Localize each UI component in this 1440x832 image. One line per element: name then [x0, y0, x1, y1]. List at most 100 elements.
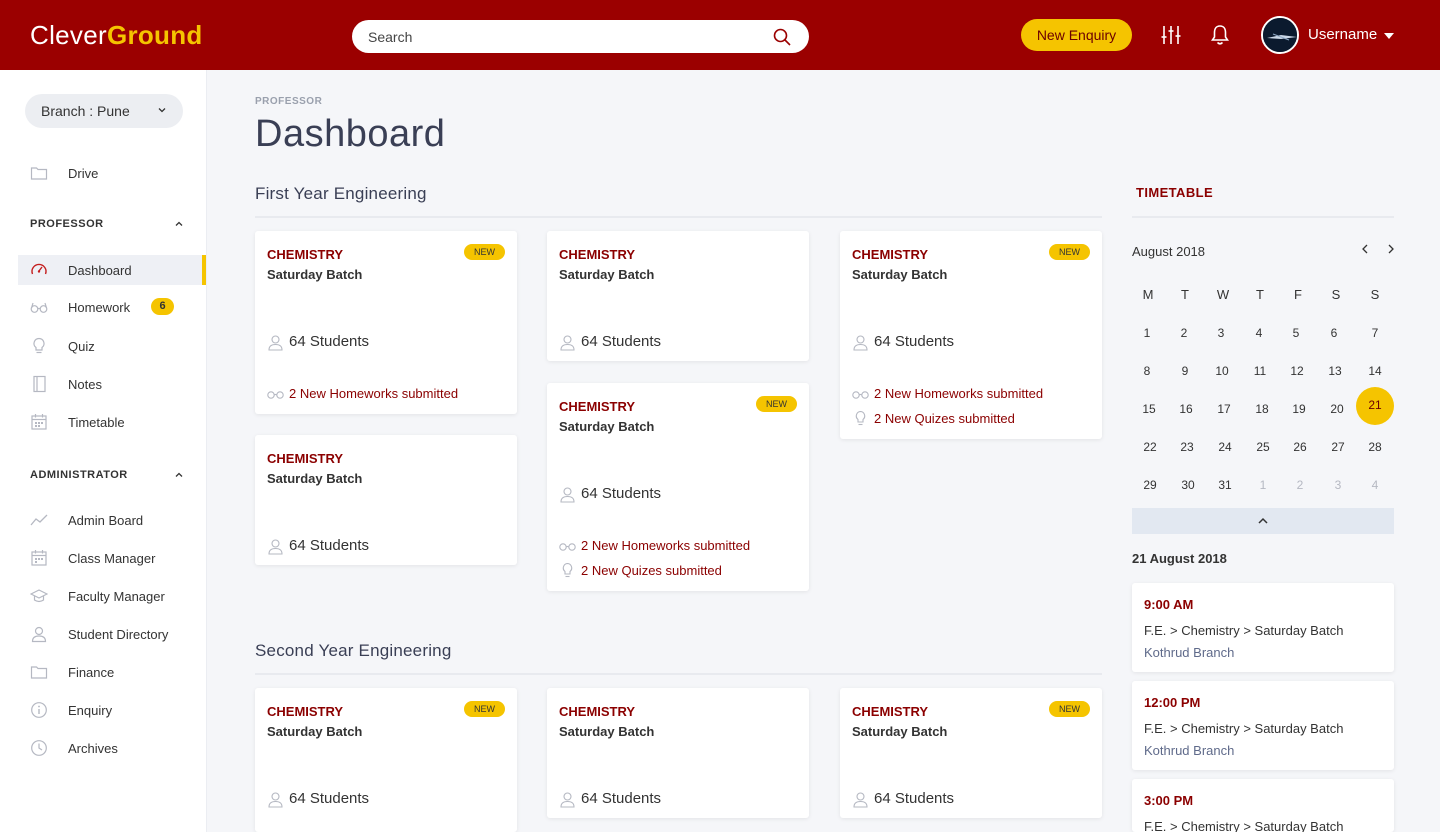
sidebar-item-archives[interactable]: Archives: [18, 733, 206, 763]
branch-selector[interactable]: Branch : Pune: [25, 94, 183, 128]
page-title: Dashboard: [255, 113, 446, 155]
calendar-day-selected[interactable]: 21: [1356, 387, 1394, 425]
sidebar-item-label: Dashboard: [68, 263, 132, 278]
student-count-label: 64 Students: [289, 790, 370, 807]
homework-count-badge: 6: [151, 298, 174, 315]
calendar-day[interactable]: 30: [1169, 470, 1207, 508]
activity-label: 2 New Quizes submitted: [874, 411, 1015, 426]
glasses-icon: [559, 543, 576, 551]
class-card[interactable]: CHEMISTRY Saturday Batch NEW 64 Students…: [840, 231, 1102, 439]
section-title-second-year: Second Year Engineering: [255, 641, 452, 660]
professor-section-header[interactable]: PROFESSOR: [30, 218, 185, 230]
timetable-slot[interactable]: 12:00 PM F.E. > Chemistry > Saturday Bat…: [1132, 681, 1394, 770]
next-month-icon[interactable]: [1385, 243, 1397, 255]
calendar-day[interactable]: 10: [1203, 356, 1241, 394]
calendar-day-other-month[interactable]: 3: [1319, 470, 1357, 508]
calendar-day[interactable]: 23: [1168, 432, 1206, 470]
calendar-day[interactable]: 4: [1240, 318, 1278, 356]
calendar-day[interactable]: 31: [1206, 470, 1244, 508]
new-badge: NEW: [756, 396, 797, 412]
calendar-day[interactable]: 28: [1356, 432, 1394, 470]
card-batch: Saturday Batch: [267, 471, 363, 486]
logo-text-left: Clever: [30, 20, 107, 50]
class-card[interactable]: CHEMISTRY Saturday Batch 64 Students: [547, 231, 809, 361]
sidebar-item-dashboard[interactable]: Dashboard: [18, 255, 206, 285]
class-card[interactable]: CHEMISTRY Saturday Batch NEW 64 Students: [255, 688, 517, 832]
sidebar-item-finance[interactable]: Finance: [18, 657, 206, 687]
calendar-day[interactable]: 11: [1241, 356, 1279, 394]
calendar-day[interactable]: 8: [1128, 356, 1166, 394]
calendar-day[interactable]: 27: [1319, 432, 1357, 470]
weekday-label: T: [1181, 287, 1189, 302]
search-input[interactable]: [368, 27, 748, 47]
calendar-day[interactable]: 7: [1356, 318, 1394, 356]
calendar-day[interactable]: 16: [1167, 394, 1205, 432]
calendar-day[interactable]: 19: [1280, 394, 1318, 432]
chevron-up-icon: [175, 472, 183, 477]
breadcrumb: PROFESSOR: [255, 96, 323, 107]
card-batch: Saturday Batch: [559, 419, 655, 434]
calendar-day[interactable]: 18: [1243, 394, 1281, 432]
logo[interactable]: CleverGround: [30, 20, 203, 51]
timetable-slot[interactable]: 3:00 PM F.E. > Chemistry > Saturday Batc…: [1132, 779, 1394, 832]
calendar-day[interactable]: 3: [1202, 318, 1240, 356]
calendar-day[interactable]: 2: [1165, 318, 1203, 356]
prev-month-icon[interactable]: [1359, 243, 1371, 255]
sidebar-item-notes[interactable]: Notes: [18, 369, 206, 399]
calendar-day[interactable]: 1: [1128, 318, 1166, 356]
filter-sliders-icon[interactable]: [1160, 24, 1182, 46]
sidebar-item-admin-board[interactable]: Admin Board: [18, 505, 206, 535]
calendar-day[interactable]: 22: [1131, 432, 1169, 470]
administrator-section-header[interactable]: ADMINISTRATOR: [30, 469, 185, 481]
calendar-day[interactable]: 17: [1205, 394, 1243, 432]
slot-path: F.E. > Chemistry > Saturday Batch: [1144, 819, 1344, 832]
caret-down-icon[interactable]: [1384, 33, 1394, 39]
calendar-day[interactable]: 29: [1131, 470, 1169, 508]
search-icon[interactable]: [773, 28, 791, 46]
sidebar-item-timetable[interactable]: Timetable: [18, 407, 206, 437]
class-card[interactable]: CHEMISTRY Saturday Batch 64 Students: [255, 435, 517, 565]
sidebar-item-label: Archives: [68, 741, 118, 756]
sidebar-item-homework[interactable]: Homework 6: [18, 292, 206, 322]
calendar-day[interactable]: 9: [1166, 356, 1204, 394]
sidebar-item-student-directory[interactable]: Student Directory: [18, 619, 206, 649]
calendar-collapse-button[interactable]: [1132, 508, 1394, 534]
calendar-day-other-month[interactable]: 4: [1356, 470, 1394, 508]
calendar-day[interactable]: 24: [1206, 432, 1244, 470]
calendar-day[interactable]: 13: [1316, 356, 1354, 394]
calendar-day[interactable]: 12: [1278, 356, 1316, 394]
slot-location: Kothrud Branch: [1144, 645, 1235, 660]
new-enquiry-button[interactable]: New Enquiry: [1021, 19, 1132, 51]
lightbulb-icon: [562, 563, 573, 578]
class-card[interactable]: CHEMISTRY Saturday Batch NEW 64 Students…: [547, 383, 809, 591]
card-batch: Saturday Batch: [559, 267, 655, 282]
calendar-day-other-month[interactable]: 2: [1281, 470, 1319, 508]
activity-label: 2 New Homeworks submitted: [874, 386, 1044, 401]
calendar-day-other-month[interactable]: 1: [1244, 470, 1282, 508]
calendar-day[interactable]: 15: [1130, 394, 1168, 432]
sidebar-item-faculty-manager[interactable]: Faculty Manager: [18, 581, 206, 611]
sidebar-item-class-manager[interactable]: Class Manager: [18, 543, 206, 573]
bell-icon[interactable]: [1209, 24, 1231, 46]
calendar-day[interactable]: 20: [1318, 394, 1356, 432]
class-card[interactable]: CHEMISTRY Saturday Batch NEW 64 Students…: [255, 231, 517, 414]
sidebar-item-enquiry[interactable]: Enquiry: [18, 695, 206, 725]
class-card[interactable]: CHEMISTRY Saturday Batch NEW 64 Students: [840, 688, 1102, 818]
calendar-day[interactable]: 6: [1315, 318, 1353, 356]
lightbulb-icon: [33, 337, 45, 354]
student-count-label: 64 Students: [289, 537, 370, 554]
card-subject: CHEMISTRY: [559, 704, 636, 719]
calendar-day[interactable]: 26: [1281, 432, 1319, 470]
users-icon: [31, 626, 47, 643]
activity-label: 2 New Quizes submitted: [581, 563, 722, 578]
students-icon: [268, 335, 283, 351]
student-count-label: 64 Students: [289, 333, 370, 350]
sidebar-item-drive[interactable]: Drive: [18, 158, 206, 188]
timetable-slot[interactable]: 9:00 AM F.E. > Chemistry > Saturday Batc…: [1132, 583, 1394, 672]
calendar-day[interactable]: 5: [1277, 318, 1315, 356]
calendar-day[interactable]: 25: [1244, 432, 1282, 470]
class-card[interactable]: CHEMISTRY Saturday Batch 64 Students: [547, 688, 809, 818]
username-label[interactable]: Username: [1308, 26, 1377, 43]
sidebar-item-quiz[interactable]: Quiz: [18, 331, 206, 361]
avatar[interactable]: [1261, 16, 1299, 54]
